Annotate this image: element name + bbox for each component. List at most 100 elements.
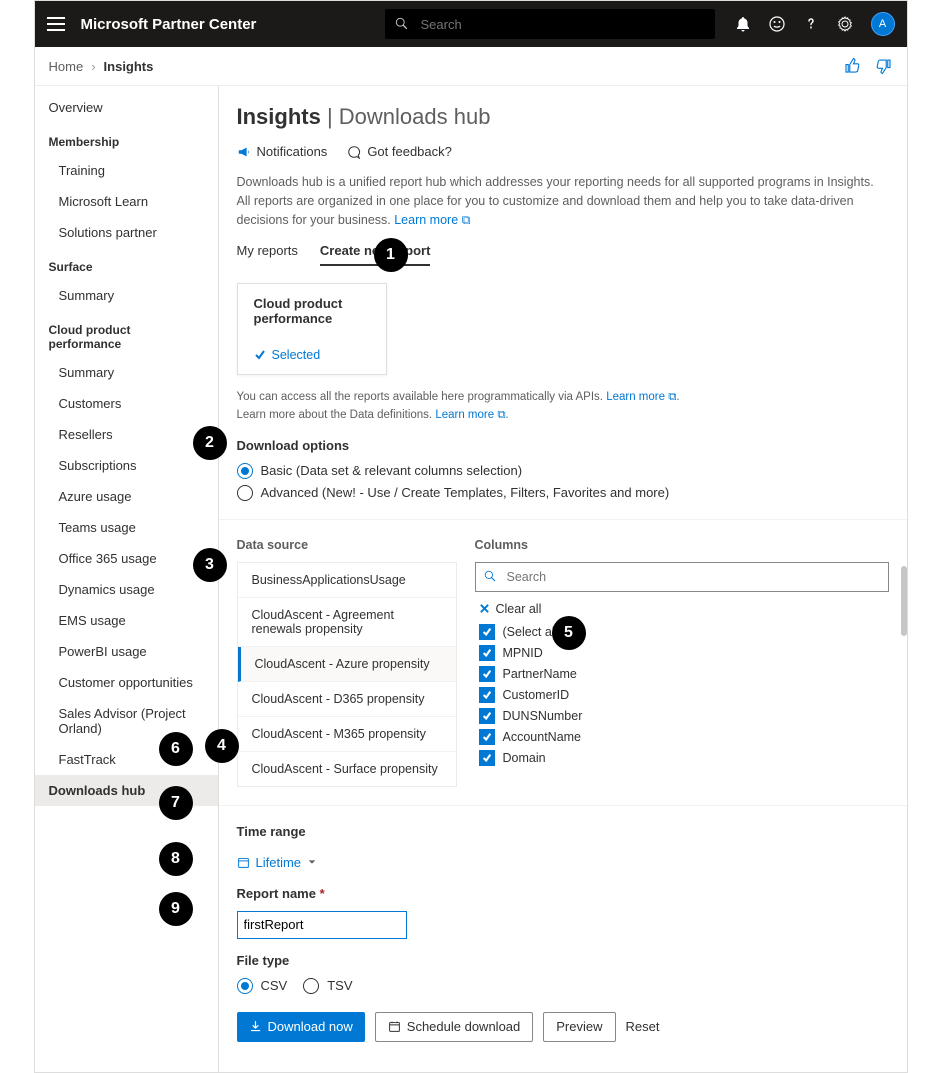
topbar-actions: A [735,12,895,36]
megaphone-icon [237,145,251,159]
report-name-label: Report name * [237,886,889,901]
tab-my-reports[interactable]: My reports [237,243,298,266]
preview-button[interactable]: Preview [543,1012,615,1042]
radio-basic-input[interactable] [237,463,253,479]
clear-all-link[interactable]: Clear all [479,602,889,616]
page-title: Insights | Downloads hub [237,104,889,130]
hamburger-menu-icon[interactable] [47,17,65,31]
radio-advanced-input[interactable] [237,485,253,501]
sidebar-item-overview[interactable]: Overview [35,92,218,123]
chevron-right-icon: › [91,59,95,74]
datasource-columns-panel: Data source BusinessApplicationsUsage Cl… [219,519,907,806]
left-sidebar: Overview Membership Training Microsoft L… [35,86,219,1072]
scrollbar-thumb[interactable] [901,566,907,636]
api-hint: You can access all the reports available… [237,389,889,424]
global-search[interactable] [385,9,715,39]
time-range-label: Time range [237,824,889,839]
column-check-mpnid[interactable]: MPNID [479,645,889,661]
radio-csv-input[interactable] [237,978,253,994]
sidebar-item-customers[interactable]: Customers [35,388,218,419]
api-learn-more-link[interactable]: Learn more ⧉ [606,391,676,403]
sidebar-item-cpp-summary[interactable]: Summary [35,357,218,388]
feedback-link[interactable]: Got feedback? [347,144,452,159]
sidebar-item-teams-usage[interactable]: Teams usage [35,512,218,543]
radio-tsv-input[interactable] [303,978,319,994]
sidebar-head-cpp: Cloud product performance [35,311,218,357]
datasource-item[interactable]: CloudAscent - Azure propensity [238,647,456,682]
sidebar-head-membership: Membership [35,123,218,155]
page-title-sub: | Downloads hub [327,104,491,129]
columns-search[interactable] [475,562,889,592]
datasource-item[interactable]: BusinessApplicationsUsage [238,563,456,598]
datasource-item[interactable]: CloudAscent - D365 propensity [238,682,456,717]
column-check-domain[interactable]: Domain [479,750,889,766]
reset-link[interactable]: Reset [626,1019,660,1034]
person-feedback-icon [347,145,361,159]
radio-csv[interactable]: CSV [237,978,288,994]
schedule-icon [388,1020,401,1033]
sidebar-item-azure-usage[interactable]: Azure usage [35,481,218,512]
sidebar-item-downloads-hub[interactable]: Downloads hub [35,775,218,806]
learn-more-link[interactable]: Learn more ⧉ [394,213,470,227]
thumbs-down-icon[interactable] [875,57,893,75]
page-title-main: Insights [237,104,321,129]
download-now-button[interactable]: Download now [237,1012,365,1042]
calendar-icon [237,856,250,869]
sidebar-item-resellers[interactable]: Resellers [35,419,218,450]
thumbs-up-icon[interactable] [843,57,861,75]
datasource-list: BusinessApplicationsUsage CloudAscent - … [237,562,457,787]
sidebar-item-powerbi-usage[interactable]: PowerBI usage [35,636,218,667]
definitions-learn-more-link[interactable]: Learn more ⧉ [435,409,505,421]
column-check-dunsnumber[interactable]: DUNSNumber [479,708,889,724]
sidebar-item-solutions-partner[interactable]: Solutions partner [35,217,218,248]
column-check-partnername[interactable]: PartnerName [479,666,889,682]
download-options-label: Download options [237,438,889,453]
gear-icon[interactable] [837,16,853,32]
sidebar-item-o365-usage[interactable]: Office 365 usage [35,543,218,574]
sidebar-item-customer-opportunities[interactable]: Customer opportunities [35,667,218,698]
bell-icon[interactable] [735,16,751,32]
sidebar-item-fasttrack[interactable]: FastTrack [35,744,218,775]
sidebar-item-sales-advisor[interactable]: Sales Advisor (Project Orland) [35,698,218,744]
report-name-input[interactable] [237,911,407,939]
smiley-icon[interactable] [769,16,785,32]
chevron-down-icon [307,857,317,867]
datasource-item[interactable]: CloudAscent - Surface propensity [238,752,456,786]
global-search-input[interactable] [419,16,705,33]
search-icon [484,570,497,583]
sidebar-item-ems-usage[interactable]: EMS usage [35,605,218,636]
breadcrumb: Home › Insights [49,59,154,74]
radio-tsv[interactable]: TSV [303,978,352,994]
column-check-accountname[interactable]: AccountName [479,729,889,745]
page-description: Downloads hub is a unified report hub wh… [237,173,889,229]
main-content: Insights | Downloads hub Notifications G… [219,86,907,1072]
top-bar: Microsoft Partner Center A [35,1,907,47]
datasource-item[interactable]: CloudAscent - Agreement renewals propens… [238,598,456,647]
sidebar-item-training[interactable]: Training [35,155,218,186]
help-icon[interactable] [803,16,819,32]
sidebar-item-dynamics-usage[interactable]: Dynamics usage [35,574,218,605]
breadcrumb-home[interactable]: Home [49,59,84,74]
program-card-cpp[interactable]: Cloud product performance Selected [237,283,387,375]
search-icon [395,17,409,31]
button-row: Download now Schedule download Preview R… [237,1012,889,1042]
sidebar-item-subscriptions[interactable]: Subscriptions [35,450,218,481]
user-avatar[interactable]: A [871,12,895,36]
datasource-item[interactable]: CloudAscent - M365 propensity [238,717,456,752]
download-icon [249,1020,262,1033]
tab-create-new-report[interactable]: Create new report [320,243,431,266]
column-check-selectall[interactable]: (Select all) [479,624,889,640]
sidebar-item-surface-summary[interactable]: Summary [35,280,218,311]
datasource-heading: Data source [237,538,457,552]
time-range-dropdown[interactable]: Lifetime [237,855,318,870]
columns-heading: Columns [475,538,889,552]
checkmark-icon [254,349,266,361]
columns-search-input[interactable] [505,569,880,585]
sidebar-item-microsoft-learn[interactable]: Microsoft Learn [35,186,218,217]
radio-advanced[interactable]: Advanced (New! - Use / Create Templates,… [237,485,889,501]
breadcrumb-current: Insights [104,59,154,74]
notifications-link[interactable]: Notifications [237,144,328,159]
radio-basic[interactable]: Basic (Data set & relevant columns selec… [237,463,889,479]
column-check-customerid[interactable]: CustomerID [479,687,889,703]
schedule-download-button[interactable]: Schedule download [375,1012,533,1042]
